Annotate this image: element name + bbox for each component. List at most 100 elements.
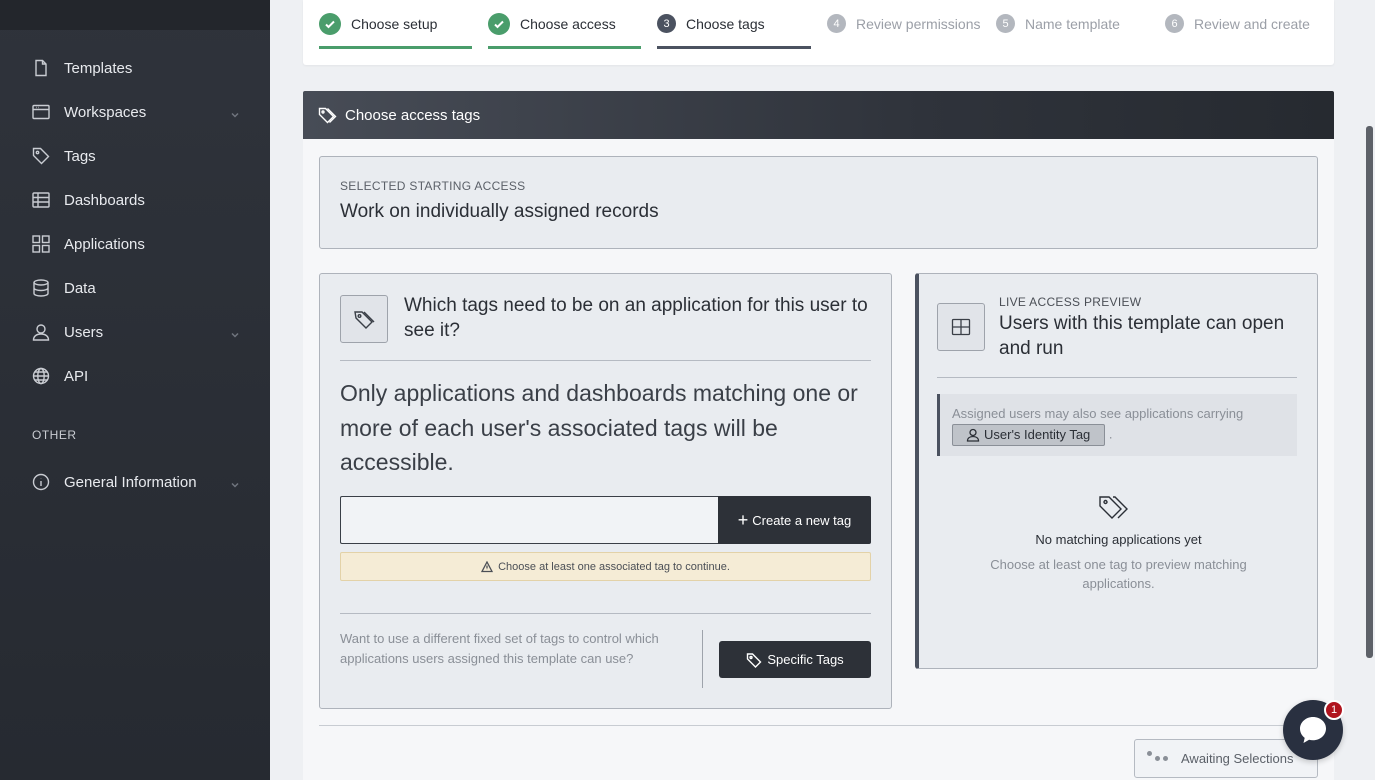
sidebar-item-label: Templates xyxy=(64,59,133,77)
step-review-permissions: 4 Review permissions xyxy=(827,14,987,49)
selected-starting-access: SELECTED STARTING ACCESS Work on individ… xyxy=(319,156,1318,249)
chevron-down-icon[interactable] xyxy=(230,477,240,488)
step-number: 6 xyxy=(1165,14,1184,33)
panel-header: Choose access tags xyxy=(303,91,1334,139)
identity-tag-chip: User's Identity Tag xyxy=(952,424,1106,446)
step-choose-tags[interactable]: 3 Choose tags xyxy=(657,14,811,49)
user-icon xyxy=(966,428,980,442)
tag-icon xyxy=(747,653,762,668)
warning-icon xyxy=(481,560,494,572)
sidebar-item-label: API xyxy=(64,367,89,385)
sidebar-nav: Templates Workspaces Tags Dashboards App… xyxy=(0,30,270,398)
step-label: Review permissions xyxy=(856,16,981,32)
panel-title: Choose access tags xyxy=(345,106,481,124)
scrollbar-thumb[interactable] xyxy=(1366,126,1373,658)
plus-icon: + xyxy=(737,510,749,530)
divider xyxy=(340,613,871,614)
choose-tags-panel: Choose access tags SELECTED STARTING ACC… xyxy=(303,91,1334,780)
tag-icon xyxy=(340,295,388,343)
divider xyxy=(340,360,871,361)
check-icon xyxy=(319,13,341,35)
sidebar: Templates Workspaces Tags Dashboards App… xyxy=(0,0,270,780)
preview-caption: LIVE ACCESS PREVIEW xyxy=(999,295,1142,309)
step-choose-setup[interactable]: Choose setup xyxy=(319,13,472,49)
sidebar-item-templates[interactable]: Templates xyxy=(0,46,270,90)
step-label: Choose access xyxy=(520,16,616,32)
tags-question: Which tags need to be on an application … xyxy=(404,295,868,341)
user-icon xyxy=(32,323,50,341)
step-label: Review and create xyxy=(1194,16,1310,32)
create-tag-button[interactable]: + Create a new tag xyxy=(718,496,871,544)
scrollbar[interactable] xyxy=(1365,0,1375,780)
sidebar-item-general-information[interactable]: General Information xyxy=(0,460,270,504)
step-name-template: 5 Name template xyxy=(996,14,1136,49)
sidebar-item-label: Dashboards xyxy=(64,191,145,209)
database-icon xyxy=(32,279,50,297)
specific-tags-button[interactable]: Specific Tags xyxy=(719,641,871,678)
divider xyxy=(937,377,1297,378)
alternative-text: Want to use a different fixed set of tag… xyxy=(340,631,659,666)
sidebar-item-label: Workspaces xyxy=(64,103,147,121)
loading-dots-icon xyxy=(1147,751,1171,761)
tag-icon xyxy=(318,105,338,125)
chat-launcher-button[interactable]: 1 xyxy=(1283,700,1344,760)
sidebar-section-other: OTHER xyxy=(32,428,77,442)
step-number: 3 xyxy=(657,14,676,33)
tag-input[interactable] xyxy=(340,496,719,544)
globe-icon xyxy=(32,367,50,385)
specific-tags-label: Specific Tags xyxy=(767,652,844,667)
step-progress-bar xyxy=(319,46,472,49)
step-choose-access[interactable]: Choose access xyxy=(488,13,641,49)
empty-state-title: No matching applications yet xyxy=(1035,532,1202,547)
main-content: Choose setup Choose access 3 Choose tags… xyxy=(270,0,1375,780)
preview-note-suffix: . xyxy=(1108,426,1113,442)
tags-card: Which tags need to be on an application … xyxy=(319,273,892,709)
preview-note: Assigned users may also see applications… xyxy=(937,394,1297,456)
sidebar-item-workspaces[interactable]: Workspaces xyxy=(0,90,270,134)
sidebar-item-api[interactable]: API xyxy=(0,354,270,398)
chat-bubble-icon xyxy=(1300,717,1326,743)
warning-message: Choose at least one associated tag to co… xyxy=(340,552,871,581)
sidebar-item-applications[interactable]: Applications xyxy=(0,222,270,266)
preview-title: Users with this template can open and ru… xyxy=(999,313,1285,359)
info-icon xyxy=(32,473,50,491)
vertical-divider xyxy=(702,630,703,688)
create-tag-label: Create a new tag xyxy=(752,512,852,528)
sidebar-item-label: Data xyxy=(64,279,96,297)
sidebar-item-label: General Information xyxy=(64,473,197,491)
sidebar-item-label: Applications xyxy=(64,235,145,253)
step-progress-bar xyxy=(488,46,641,49)
sidebar-item-tags[interactable]: Tags xyxy=(0,134,270,178)
empty-state-subtitle: Choose at least one tag to preview match… xyxy=(990,557,1247,591)
step-number: 5 xyxy=(996,14,1015,33)
step-label: Choose tags xyxy=(686,16,765,32)
tags-icon xyxy=(1098,494,1134,524)
step-number: 4 xyxy=(827,14,846,33)
identity-tag-label: User's Identity Tag xyxy=(984,427,1091,442)
step-label: Choose setup xyxy=(351,16,438,32)
sidebar-item-data[interactable]: Data xyxy=(0,266,270,310)
grid-icon xyxy=(32,235,50,253)
starting-access-caption: SELECTED STARTING ACCESS xyxy=(340,179,526,193)
starting-access-value: Work on individually assigned records xyxy=(340,201,659,222)
step-review-and-create: 6 Review and create xyxy=(1165,14,1325,49)
chevron-down-icon[interactable] xyxy=(230,107,240,118)
footer-divider xyxy=(319,725,1318,726)
live-access-preview: LIVE ACCESS PREVIEW Users with this temp… xyxy=(915,273,1318,669)
awaiting-selections-label: Awaiting Selections xyxy=(1181,751,1294,766)
warning-text: Choose at least one associated tag to co… xyxy=(498,560,730,573)
tag-icon xyxy=(32,147,50,165)
preview-note-text: Assigned users may also see applications… xyxy=(952,406,1244,421)
wizard-steps: Choose setup Choose access 3 Choose tags… xyxy=(303,0,1334,65)
document-icon xyxy=(32,59,50,77)
step-label: Name template xyxy=(1025,16,1120,32)
sidebar-item-users[interactable]: Users xyxy=(0,310,270,354)
sidebar-header xyxy=(0,0,270,30)
notification-badge: 1 xyxy=(1324,700,1344,720)
table-icon xyxy=(32,191,50,209)
sidebar-item-label: Users xyxy=(64,323,104,341)
check-icon xyxy=(488,13,510,35)
tags-description: Only applications and dashboards matchin… xyxy=(340,380,858,475)
chevron-down-icon[interactable] xyxy=(230,327,240,338)
sidebar-item-dashboards[interactable]: Dashboards xyxy=(0,178,270,222)
